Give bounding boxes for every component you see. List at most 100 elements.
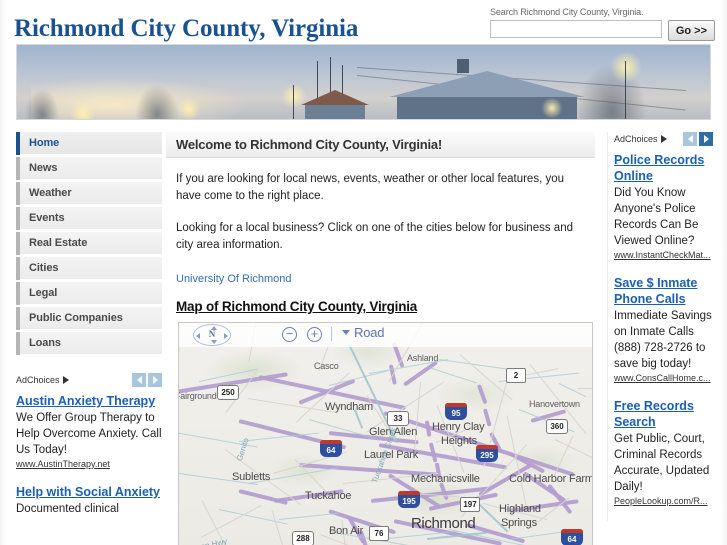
right-ad-next-arrow-button[interactable] <box>699 132 713 146</box>
ad-description: Immediate Savings on Inmate Calls (888) … <box>614 310 712 370</box>
sidebar-item-label: Events <box>29 212 65 224</box>
banner-house-roof <box>389 71 585 97</box>
map-view-mode-dropdown[interactable]: Road <box>342 325 384 340</box>
adchoices-triangle-icon <box>660 135 667 143</box>
banner-tree <box>135 85 179 119</box>
left-ad-prev-arrow-button[interactable] <box>132 373 146 387</box>
main-content: Welcome to Richmond City County, Virgini… <box>166 132 595 545</box>
ad-display-url[interactable]: www.InstantCheckMat... <box>614 249 713 262</box>
main-panel-body: If you are looking for local news, event… <box>166 158 595 545</box>
search-input[interactable] <box>490 20 662 38</box>
adchoices-text: AdChoices <box>614 134 658 144</box>
sidebar-item-home[interactable]: Home <box>16 131 162 155</box>
intro-paragraph-2: Looking for a local business? Click on o… <box>176 222 573 251</box>
pan-right-icon[interactable] <box>224 333 228 339</box>
interstate-shield-crown <box>476 445 498 449</box>
map-zoom-out-button[interactable]: − <box>282 327 297 342</box>
map-place-label: Richmond <box>411 515 476 532</box>
map-compass-control[interactable]: N <box>193 324 231 346</box>
ad-description: Did You Know Anyone's Police Records Can… <box>614 187 699 247</box>
map-place-label: Henry Clay <box>432 421 485 433</box>
adchoices-text: AdChoices <box>16 375 60 385</box>
header-banner-image <box>16 44 711 120</box>
adchoices-label-right[interactable]: AdChoices <box>614 134 667 144</box>
chevron-right-icon <box>152 376 158 384</box>
ad-item: Austin Anxiety Therapy We Offer Group The… <box>16 393 162 471</box>
site-title: Richmond City County, Virginia <box>14 15 359 42</box>
left-ad-next-arrow-button[interactable] <box>148 373 162 387</box>
map-control-bar: N − + Road <box>179 323 592 347</box>
nav-accent-bar <box>16 281 20 305</box>
map-place-label: Mechanicsville <box>411 473 480 485</box>
nav-accent-bar <box>16 256 20 280</box>
ad-display-url[interactable]: www.AustinTherapy.net <box>16 458 162 471</box>
search-label: Search Richmond City County, Virginia. <box>490 7 644 17</box>
sidebar-item-events[interactable]: Events <box>16 206 162 230</box>
chevron-right-icon <box>703 135 709 143</box>
map-place-label: Bon Air <box>329 525 364 537</box>
map-route-shield: 195 <box>398 491 420 508</box>
ad-display-url[interactable]: PeopleLookup.com/R... <box>614 495 713 508</box>
map-route-shield: 76 <box>369 526 389 541</box>
right-ad-prev-arrow-button[interactable] <box>683 132 697 146</box>
banner-house <box>305 103 365 119</box>
map-route-shield: 2 <box>506 368 526 383</box>
page-title: Welcome to Richmond City County, Virgini… <box>176 137 443 152</box>
map-route-shield: 64 <box>320 440 342 457</box>
sidebar-item-news[interactable]: News <box>16 156 162 180</box>
adchoices-label-left[interactable]: AdChoices <box>16 375 69 385</box>
route-number: 64 <box>326 446 336 455</box>
map-widget[interactable]: Casco Ashland Wyndham Hanovertown Glen Allen… <box>178 322 593 545</box>
pan-down-icon[interactable] <box>211 340 217 344</box>
sidebar-item-weather[interactable]: Weather <box>16 181 162 205</box>
left-ad-block: AdChoices Austin Anxiety Therapy We Offer… <box>16 373 162 517</box>
ad-title-link[interactable]: Help with Social Anxiety <box>16 484 162 500</box>
chevron-down-icon <box>342 330 350 335</box>
university-of-richmond-link[interactable]: University Of Richmond <box>176 273 292 285</box>
intro-paragraph-1: If you are looking for local news, event… <box>176 173 565 202</box>
interstate-shield-crown <box>445 403 467 407</box>
nav-accent-bar <box>16 181 20 205</box>
banner-house-roof <box>301 90 369 105</box>
route-number: 295 <box>480 451 494 460</box>
left-ad-arrows <box>132 373 162 387</box>
sidebar-item-cities[interactable]: Cities <box>16 256 162 280</box>
pan-left-icon[interactable] <box>196 333 200 339</box>
map-zoom-in-button[interactable]: + <box>307 327 322 342</box>
ad-item: Police Records Online Did You Know Anyone… <box>614 152 713 262</box>
ad-description: Documented clinical <box>16 503 119 515</box>
pan-up-icon[interactable] <box>211 326 217 330</box>
search-go-button[interactable]: Go >> <box>667 20 715 41</box>
sidebar-item-real-estate[interactable]: Real Estate <box>16 231 162 255</box>
route-number: 95 <box>451 409 461 418</box>
banner-street-lamp-glow <box>177 97 201 119</box>
ad-title-link[interactable]: Police Records Online <box>614 152 713 184</box>
main-panel-header: Welcome to Richmond City County, Virgini… <box>166 132 595 158</box>
map-place-label: Fairground <box>178 391 217 401</box>
ad-title-link[interactable]: Austin Anxiety Therapy <box>16 393 162 409</box>
map-route-shield: 95 <box>445 403 467 420</box>
sidebar-item-loans[interactable]: Loans <box>16 331 162 355</box>
map-route-shield: 64 <box>561 529 583 545</box>
right-ad-header: AdChoices <box>614 132 713 146</box>
map-section-title: Map of Richmond City County, Virginia <box>176 299 418 314</box>
sidebar-item-public-companies[interactable]: Public Companies <box>16 306 162 330</box>
adchoices-triangle-icon <box>62 376 69 384</box>
nav-accent-bar <box>16 206 20 230</box>
nav-accent-bar <box>16 331 20 355</box>
map-place-label: Springs <box>501 517 537 529</box>
ad-title-link[interactable]: Save $ Inmate Phone Calls <box>614 275 713 307</box>
ad-title-link[interactable]: Free Records Search <box>614 398 713 430</box>
map-place-label: Casco <box>314 361 339 371</box>
ad-display-url[interactable]: www.ConsCallHome.c... <box>614 372 713 385</box>
sidebar-item-legal[interactable]: Legal <box>16 281 162 305</box>
banner-chimney <box>457 59 469 73</box>
nav-accent-bar <box>16 156 20 180</box>
ad-item: Free Records Search Get Public, Court, Cr… <box>614 398 713 508</box>
nav-accent-bar <box>16 131 20 155</box>
map-road <box>577 386 592 389</box>
map-route-shield: 33 <box>387 411 409 426</box>
banner-street-lamp-glow <box>541 97 563 119</box>
map-place-label: Laurel Park <box>364 449 419 461</box>
page-root: Richmond City County, Virginia Search Ri… <box>0 0 727 545</box>
